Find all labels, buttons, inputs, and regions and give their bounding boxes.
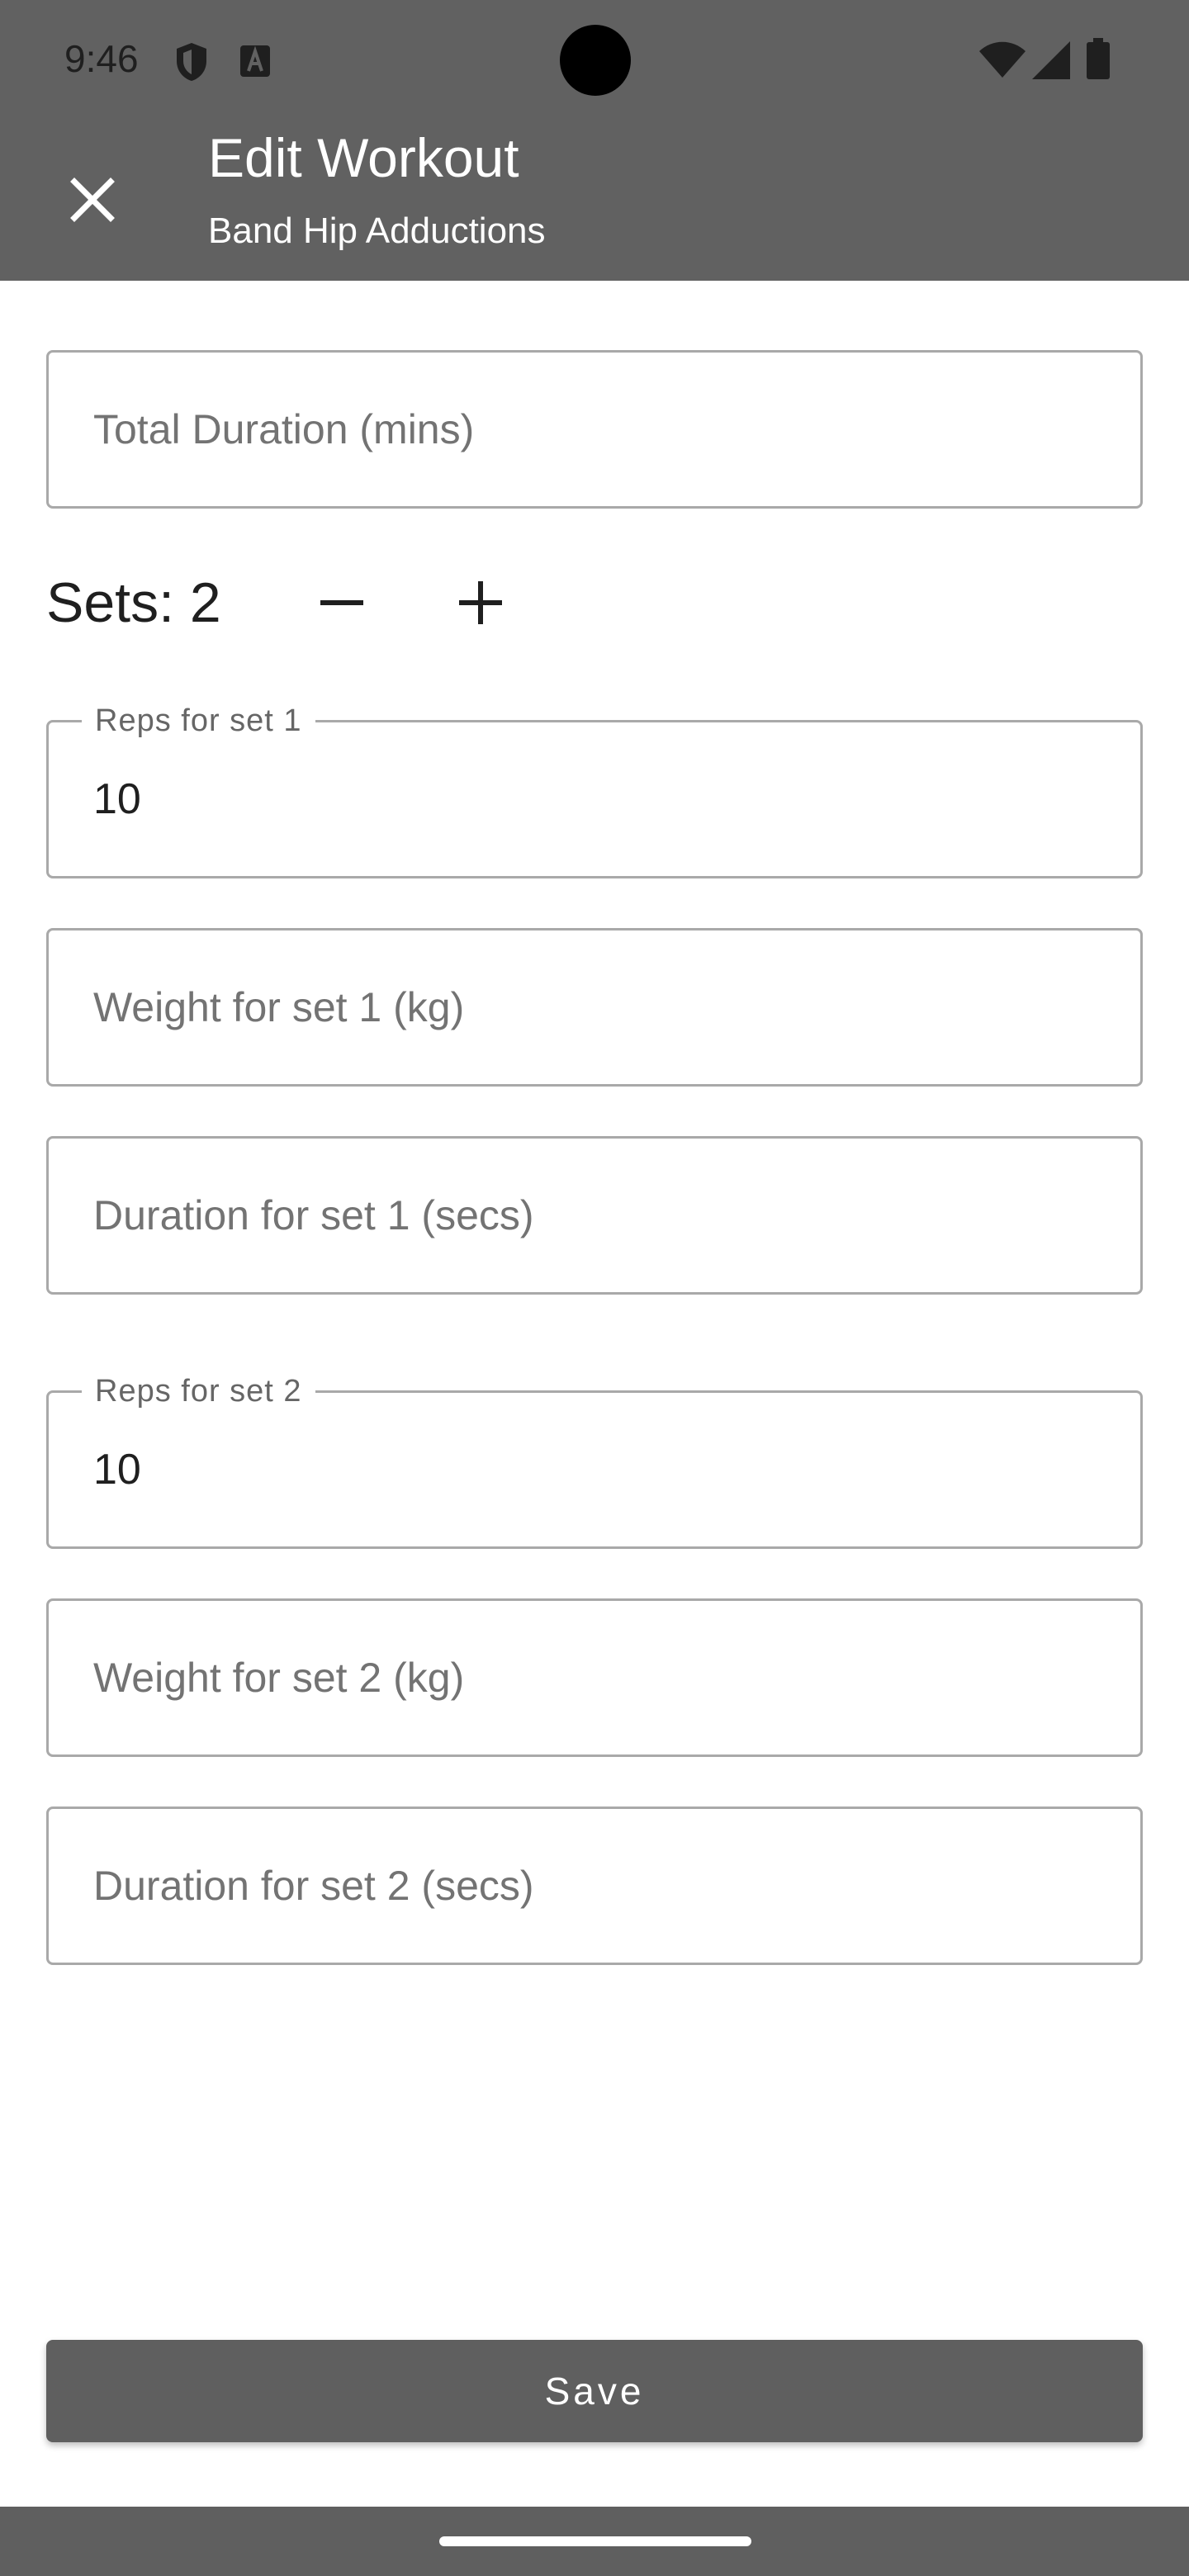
weight-set-1-field[interactable]: Weight for set 1 (kg) <box>46 928 1143 1087</box>
app-bar: 9:46 Edit Workout Band Hip Adductions <box>0 0 1189 281</box>
status-time: 9:46 <box>64 37 139 80</box>
page-subtitle: Band Hip Adductions <box>208 211 546 251</box>
close-button[interactable] <box>51 159 134 241</box>
a-letter-icon <box>240 45 270 77</box>
weight-set-2-placeholder: Weight for set 2 (kg) <box>93 1655 465 1701</box>
minus-icon <box>320 600 363 605</box>
total-duration-field[interactable]: Total Duration (mins) <box>46 350 1143 509</box>
reps-set-2-field[interactable]: Reps for set 2 10 <box>46 1370 1143 1549</box>
camera-cutout <box>560 25 631 96</box>
duration-set-2-placeholder: Duration for set 2 (secs) <box>93 1863 534 1909</box>
plus-icon <box>459 581 502 624</box>
page-title: Edit Workout <box>208 127 519 188</box>
shield-icon <box>177 43 206 81</box>
cellular-icon <box>1032 41 1070 79</box>
weight-set-2-field[interactable]: Weight for set 2 (kg) <box>46 1598 1143 1757</box>
wifi-icon <box>979 41 1026 78</box>
decrement-sets-button[interactable] <box>301 570 383 636</box>
reps-set-1-field[interactable]: Reps for set 1 10 <box>46 699 1143 878</box>
battery-icon <box>1087 38 1110 79</box>
weight-set-1-placeholder: Weight for set 1 (kg) <box>93 984 465 1030</box>
duration-set-1-field[interactable]: Duration for set 1 (secs) <box>46 1136 1143 1295</box>
close-icon <box>70 178 115 222</box>
total-duration-placeholder: Total Duration (mins) <box>93 406 475 452</box>
home-gesture-handle[interactable] <box>439 2536 751 2546</box>
reps-set-2-value: 10 <box>93 1446 141 1494</box>
save-button[interactable]: Save <box>46 2340 1143 2442</box>
duration-set-1-placeholder: Duration for set 1 (secs) <box>93 1192 534 1238</box>
duration-set-2-field[interactable]: Duration for set 2 (secs) <box>46 1807 1143 1965</box>
reps-set-1-value: 10 <box>93 775 141 823</box>
sets-count-label: Sets: 2 <box>46 571 221 634</box>
increment-sets-button[interactable] <box>439 570 522 636</box>
